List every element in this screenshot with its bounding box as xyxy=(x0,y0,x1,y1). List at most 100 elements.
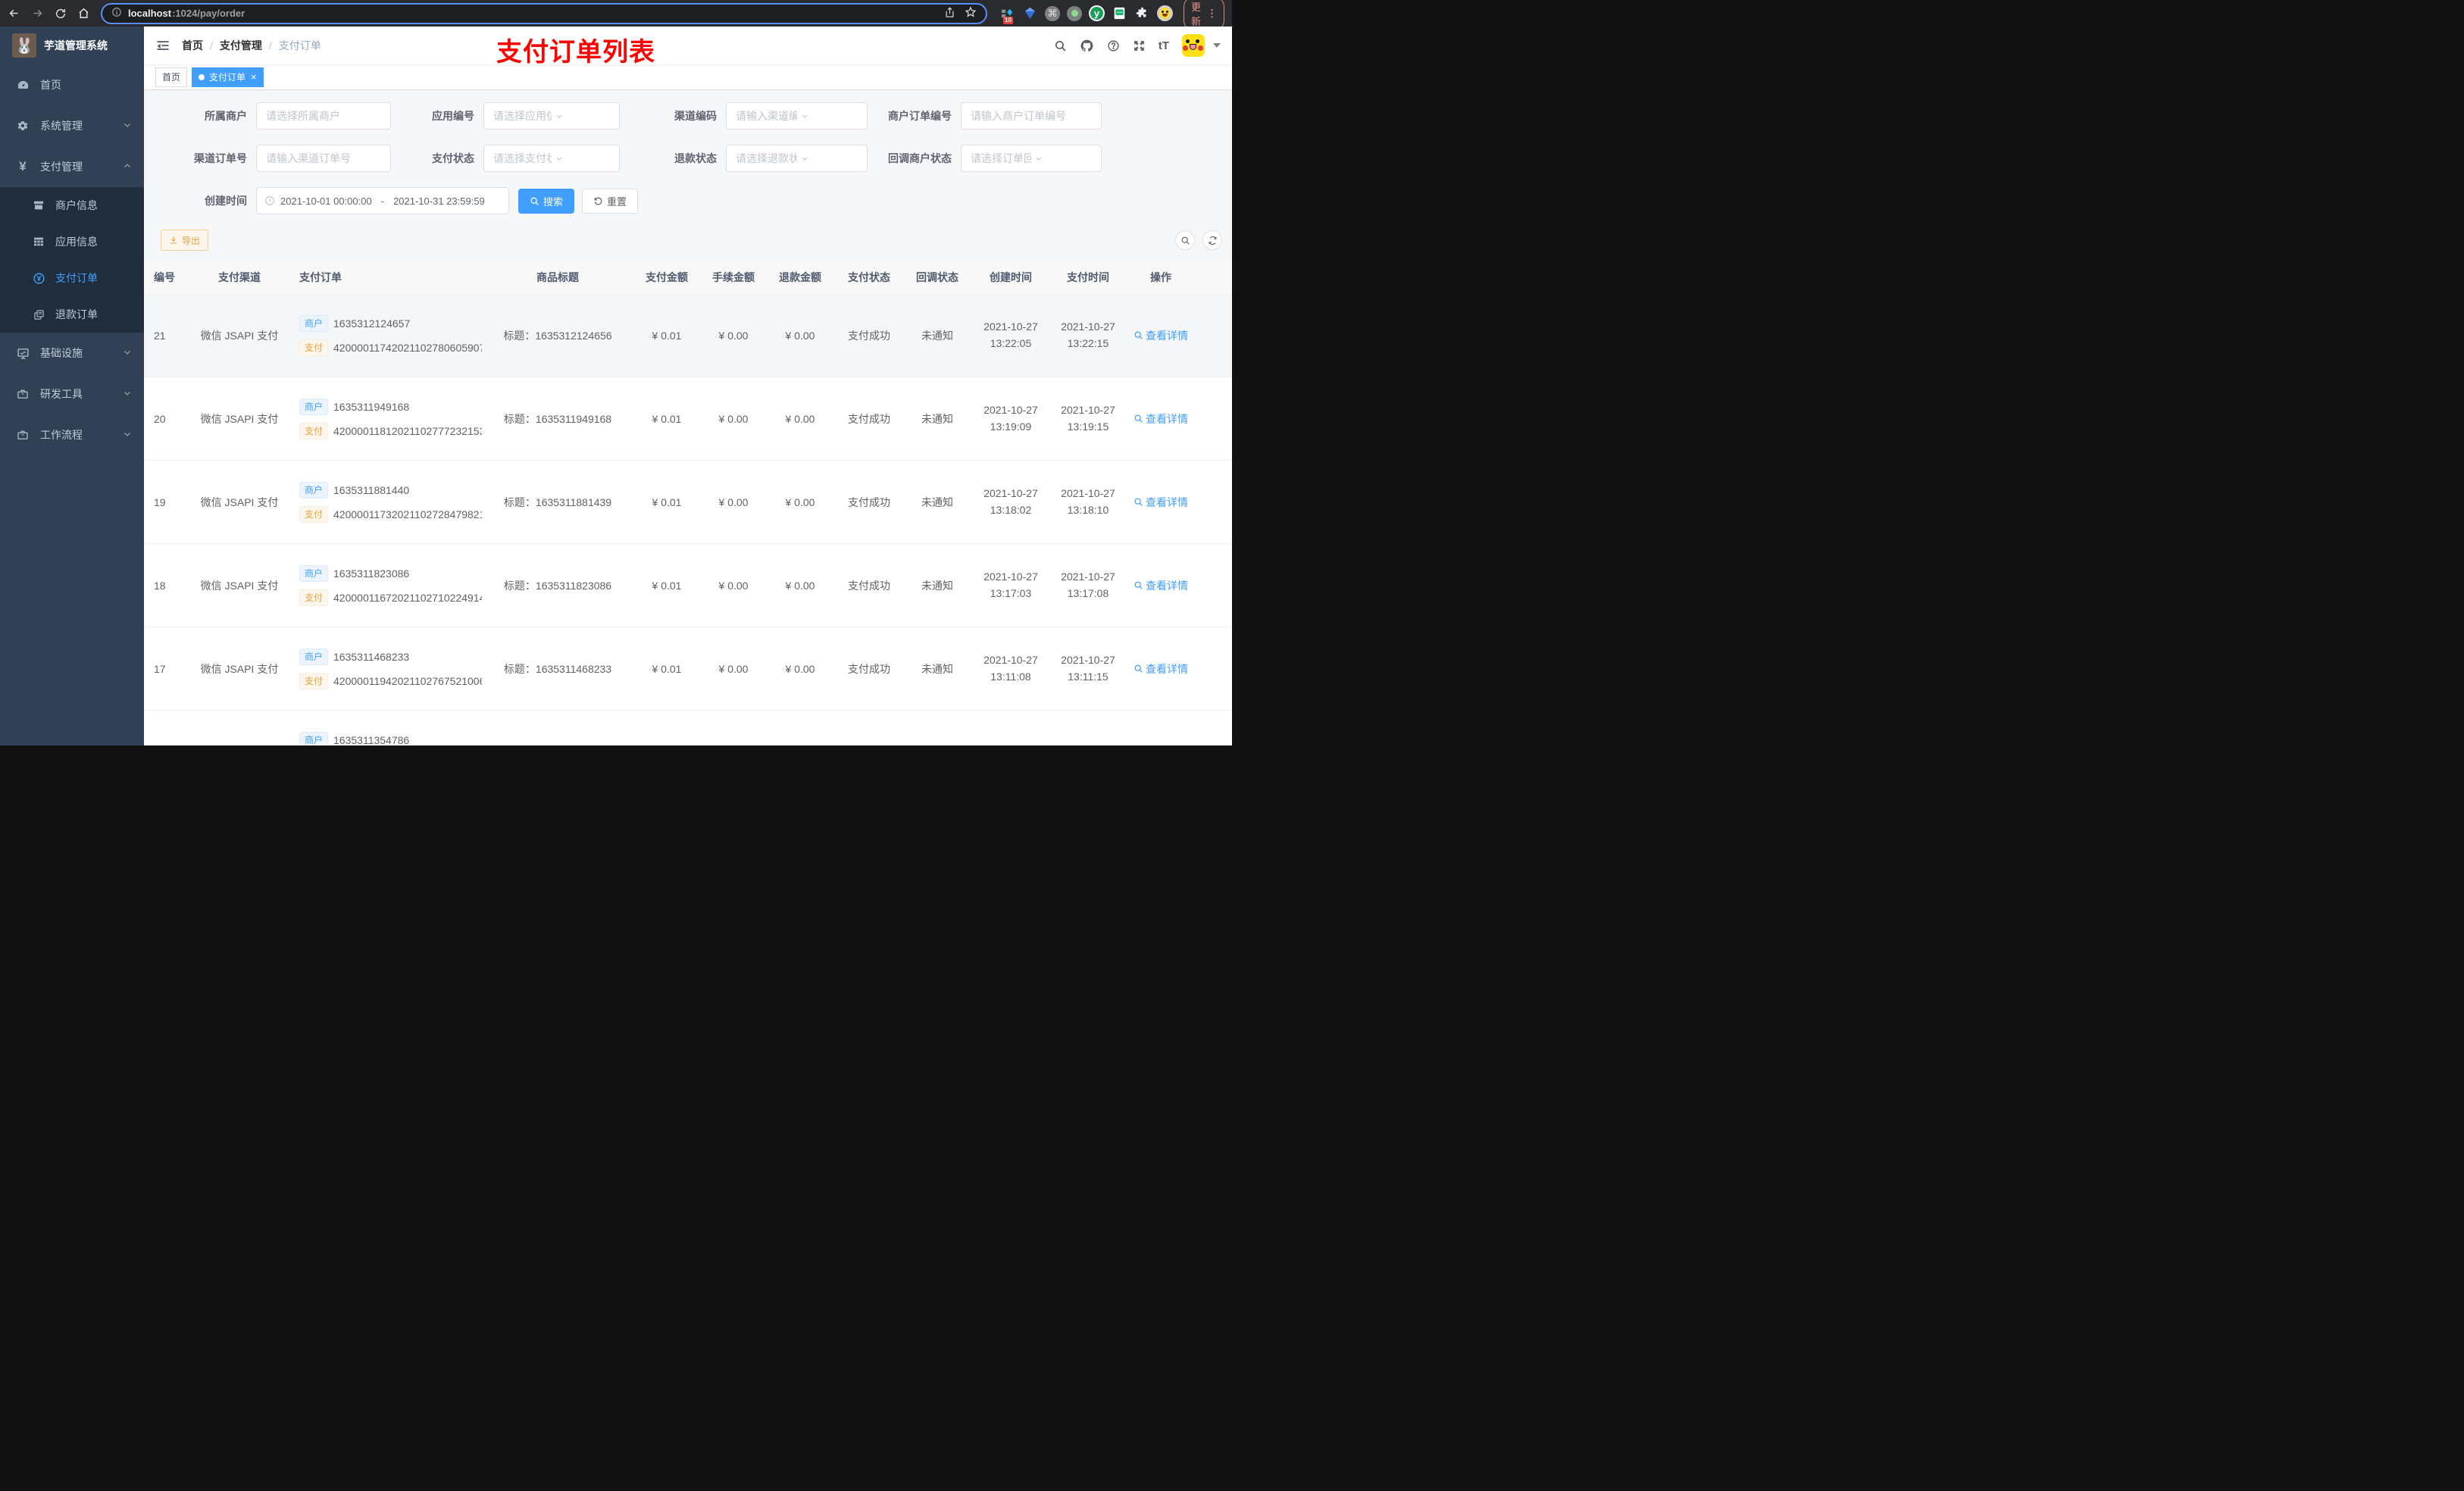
cell-pay-order: 商户 1635311881440 支付 42000011732021102728… xyxy=(292,481,482,523)
browser-back-icon[interactable] xyxy=(8,7,20,20)
col-header-status: 支付状态 xyxy=(848,271,890,283)
cell-product-title: 标题：1635311823086 xyxy=(503,579,612,592)
channel-code-select[interactable]: 请输入渠道编码 xyxy=(726,102,868,130)
cell-pay-amount: ¥ 0.01 xyxy=(652,329,682,342)
merchant-order-no: 1635311949168 xyxy=(333,400,410,413)
view-detail-link[interactable]: 查看详情 xyxy=(1134,661,1188,677)
browser-reload-icon[interactable] xyxy=(55,8,67,20)
merchant-select-input[interactable] xyxy=(256,102,391,130)
date-start-value[interactable]: 2021-10-01 00:00:00 xyxy=(280,195,372,207)
browser-toolbar: localhost:1024/pay/order 10 ⌘ y 更新 ⋮ xyxy=(0,0,1232,31)
select-placeholder: 请选择订单回调商户状态 xyxy=(971,152,1031,164)
breadcrumb-home[interactable]: 首页 xyxy=(182,38,203,53)
browser-home-icon[interactable] xyxy=(77,7,90,20)
view-detail-link[interactable]: 查看详情 xyxy=(1134,495,1188,510)
notify-status-select[interactable]: 请选择订单回调商户状态 xyxy=(961,145,1102,172)
channel-pay-no: 4200001174202110278060590766 xyxy=(333,341,482,354)
extension-emoji-icon[interactable] xyxy=(1157,5,1173,21)
sidebar-item-payment[interactable]: ¥ 支付管理 xyxy=(0,146,144,187)
cell-notify-status: 未通知 xyxy=(921,329,953,342)
cell-refund-amount: ¥ 0.00 xyxy=(785,495,815,508)
fullscreen-icon[interactable] xyxy=(1133,39,1146,52)
extension-diamond-icon[interactable]: 10 xyxy=(999,5,1015,24)
sidebar-item-label: 退款订单 xyxy=(55,308,98,320)
sidebar-item-dev-tools[interactable]: 研发工具 xyxy=(0,374,144,414)
tag-home[interactable]: 首页 xyxy=(155,67,188,87)
col-header-order: 支付订单 xyxy=(299,271,342,283)
github-icon[interactable] xyxy=(1080,39,1094,53)
date-end-value[interactable]: 2021-10-31 23:59:59 xyxy=(393,195,485,207)
channel-pay-no: 4200001173202110272847982104 xyxy=(333,508,482,520)
pay-status-select[interactable]: 请选择支付状态 xyxy=(483,145,620,172)
share-icon[interactable] xyxy=(944,6,955,20)
table-row: 21 微信 JSAPI 支付 商户 1635312124657 支付 42000… xyxy=(144,294,1232,377)
sidebar-item-refund-order[interactable]: 退款订单 xyxy=(0,296,144,333)
help-icon[interactable] xyxy=(1107,39,1120,52)
sidebar-item-pay-order[interactable]: 支付订单 xyxy=(0,260,144,296)
filter-label-channel-code: 渠道编码 xyxy=(674,110,717,122)
view-detail-link[interactable]: 查看详情 xyxy=(1134,578,1188,593)
app-logo-row[interactable]: 🐰 芋道管理系统 xyxy=(0,27,144,64)
sidebar-item-workflow[interactable]: 工作流程 xyxy=(0,414,144,455)
merchant-order-no: 1635311354786 xyxy=(333,733,410,745)
sidebar-item-infrastructure[interactable]: 基础设施 xyxy=(0,333,144,374)
cell-order-id: 21 xyxy=(154,329,166,342)
app-select[interactable]: 请选择应用信息 xyxy=(483,102,620,130)
cell-pay-status: 支付成功 xyxy=(848,412,890,425)
sidebar-item-app-info[interactable]: 应用信息 xyxy=(0,223,144,260)
cell-pay-amount: ¥ 0.01 xyxy=(652,662,682,675)
cell-notify-status: 未通知 xyxy=(921,579,953,592)
select-placeholder: 请选择支付状态 xyxy=(493,152,552,164)
reset-button[interactable]: 重置 xyxy=(582,188,639,214)
sidebar-item-home[interactable]: 首页 xyxy=(0,64,144,105)
table-header-row: 编号 支付渠道 支付订单 商品标题 支付金额 手续金额 退款金额 支付状态 回调… xyxy=(144,261,1232,294)
filter-label-channel-order-no: 渠道订单号 xyxy=(194,152,247,164)
table-row: 19 微信 JSAPI 支付 商户 1635311881440 支付 42000… xyxy=(144,461,1232,544)
avatar-caret-icon[interactable] xyxy=(1213,43,1221,48)
merchant-order-no-input[interactable] xyxy=(961,102,1102,130)
refund-status-select[interactable]: 请选择退款状态 xyxy=(726,145,868,172)
cell-pay-order: 商户 1635311468233 支付 42000011942021102767… xyxy=(292,648,482,689)
bookmark-star-icon[interactable] xyxy=(965,6,977,20)
chevron-down-icon xyxy=(123,347,132,359)
extension-y-icon[interactable]: y xyxy=(1089,5,1105,21)
cell-order-id: 18 xyxy=(154,579,166,592)
pay-tag: 支付 xyxy=(299,589,329,606)
cell-pay-amount: ¥ 0.01 xyxy=(652,495,682,508)
browser-menu-icon[interactable]: ⋮ xyxy=(1207,8,1217,20)
export-button[interactable]: 导出 xyxy=(161,230,209,251)
tag-pay-order[interactable]: 支付订单 × xyxy=(192,67,264,87)
site-info-icon[interactable] xyxy=(111,7,122,20)
search-button[interactable]: 搜索 xyxy=(518,188,575,214)
sidebar-item-system[interactable]: 系统管理 xyxy=(0,105,144,146)
toggle-search-button[interactable] xyxy=(1175,230,1195,250)
view-detail-link[interactable]: 查看详情 xyxy=(1134,328,1188,343)
avatar[interactable] xyxy=(1182,34,1205,57)
refresh-button[interactable] xyxy=(1202,230,1222,250)
url-bar[interactable]: localhost:1024/pay/order xyxy=(101,2,987,24)
channel-order-no-input[interactable] xyxy=(256,145,391,172)
view-detail-link[interactable]: 查看详情 xyxy=(1134,411,1188,427)
sidebar-item-merchant-info[interactable]: 商户信息 xyxy=(0,187,144,223)
extension-puzzle-icon[interactable] xyxy=(1134,5,1150,21)
sidebar-item-label: 首页 xyxy=(40,79,61,91)
col-header-title: 商品标题 xyxy=(536,271,579,283)
extension-dot-icon[interactable] xyxy=(1067,5,1082,21)
tag-close-icon[interactable]: × xyxy=(251,72,257,82)
cell-pay-channel: 微信 JSAPI 支付 xyxy=(200,495,279,508)
font-size-button[interactable]: tT xyxy=(1159,39,1169,52)
sidebar-item-label: 商户信息 xyxy=(55,199,98,211)
cell-pay-channel: 微信 JSAPI 支付 xyxy=(200,662,279,675)
breadcrumb-pay-manage[interactable]: 支付管理 xyxy=(220,38,262,53)
sidebar-fold-icon[interactable] xyxy=(155,38,170,53)
browser-forward-icon[interactable] xyxy=(31,7,44,20)
cell-refund-amount: ¥ 0.00 xyxy=(785,662,815,675)
extension-gem-icon[interactable] xyxy=(1022,5,1038,21)
create-time-range-picker[interactable]: 2021-10-01 00:00:00 - 2021-10-31 23:59:5… xyxy=(256,187,509,214)
extension-chat-icon[interactable] xyxy=(1112,5,1127,21)
search-icon[interactable] xyxy=(1054,39,1067,52)
extension-command-icon[interactable]: ⌘ xyxy=(1045,5,1060,21)
cell-paid-time: 2021-10-27 13:19:15 xyxy=(1061,404,1115,433)
merchant-order-no: 1635311881440 xyxy=(333,483,410,496)
view-detail-label: 查看详情 xyxy=(1146,495,1188,508)
